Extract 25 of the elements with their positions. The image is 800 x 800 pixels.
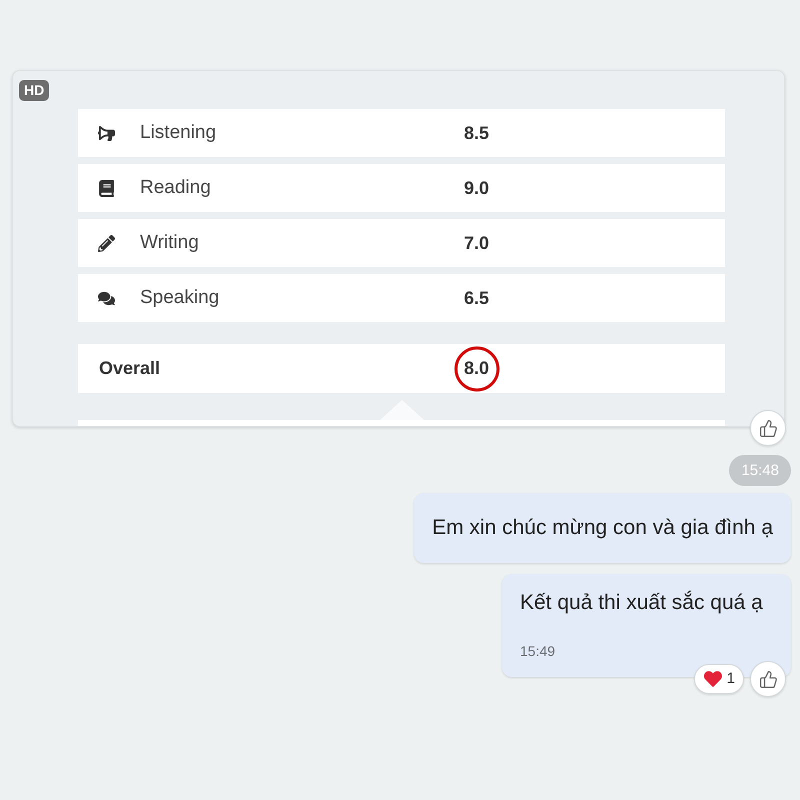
megaphone-icon bbox=[98, 124, 115, 142]
skill-label: Writing bbox=[140, 230, 200, 255]
speech-bubbles-icon bbox=[98, 290, 115, 306]
overall-label: Overall bbox=[98, 357, 162, 380]
thumbs-up-icon bbox=[758, 670, 778, 688]
message-time: 15:49 bbox=[520, 642, 556, 660]
like-button[interactable] bbox=[750, 661, 786, 697]
hd-badge: HD bbox=[19, 80, 50, 101]
skill-score: 7.0 bbox=[464, 232, 490, 254]
skill-score: 9.0 bbox=[464, 176, 490, 200]
skill-label: Speaking bbox=[140, 286, 220, 310]
like-button[interactable] bbox=[750, 410, 786, 446]
overall-score: 8.0 bbox=[464, 357, 490, 380]
book-icon bbox=[98, 180, 115, 196]
skill-label: Listening bbox=[140, 120, 218, 145]
message-text: Kết quả thi xuất sắc quá ạ bbox=[520, 590, 764, 616]
heart-icon bbox=[702, 670, 723, 688]
timestamp-pill: 15:48 bbox=[729, 455, 791, 486]
skill-score: 8.5 bbox=[464, 122, 490, 144]
skill-score: 6.5 bbox=[464, 286, 490, 310]
message-text: Em xin chúc mừng con và gia đình ạ bbox=[432, 515, 773, 541]
reaction-button[interactable]: 1 bbox=[694, 664, 744, 694]
thumbs-up-icon bbox=[758, 418, 778, 438]
pencil-icon bbox=[98, 234, 115, 252]
skill-label: Reading bbox=[140, 176, 212, 200]
